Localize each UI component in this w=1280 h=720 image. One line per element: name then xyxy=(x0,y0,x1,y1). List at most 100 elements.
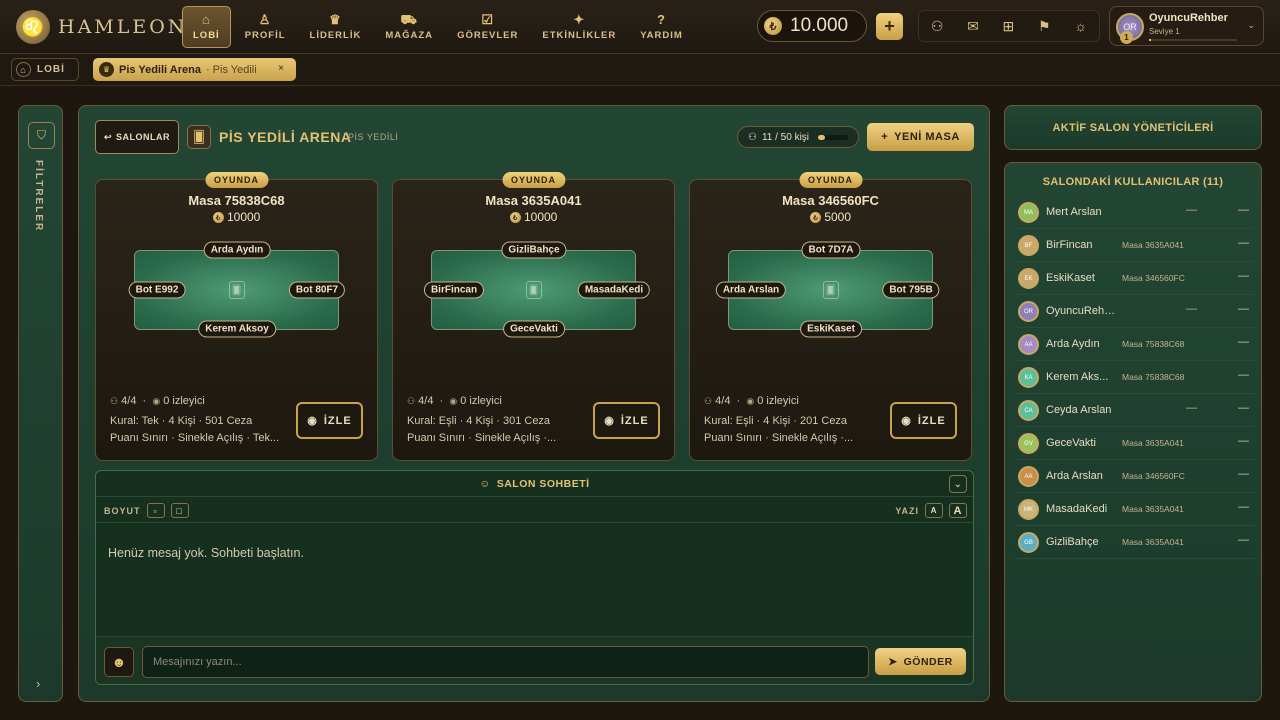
xp-bar-fill xyxy=(1149,39,1151,41)
breadcrumb-tab-title: Pis Yedili Arena xyxy=(119,63,201,76)
nav-item-1[interactable]: ♙ PROFİL xyxy=(235,6,296,48)
user-action-button[interactable]: — xyxy=(1238,435,1249,447)
trophy-icon: ♛ xyxy=(329,12,342,27)
list-item[interactable]: MK MasadaKedi Masa 3635A041 — xyxy=(1014,493,1255,526)
font-label: YAZI xyxy=(895,505,919,516)
card-icon: 🂠 xyxy=(228,281,245,299)
table-card[interactable]: OYUNDA Masa 3635A041 ₺ 10000 🂠 GizliBahçe Bir… xyxy=(392,172,675,461)
watch-button[interactable]: ◉ İZLE xyxy=(593,402,660,439)
card-deck-icon: 🂠 xyxy=(187,125,211,149)
user-action-button[interactable]: — xyxy=(1238,270,1249,282)
font-large-button[interactable]: A xyxy=(949,503,967,518)
list-item[interactable]: GV GeceVakti Masa 3635A041 — xyxy=(1014,427,1255,460)
user-action-button[interactable]: — xyxy=(1238,501,1249,513)
font-small-button[interactable]: A xyxy=(925,503,943,518)
user-list-table: Masa 3635A041 xyxy=(1122,438,1184,448)
chat-title: SALON SOHBETİ xyxy=(496,477,590,490)
avatar: BF xyxy=(1018,235,1039,256)
gift-icon: ✦ xyxy=(573,12,586,27)
table-bet-value: 5000 xyxy=(824,210,852,224)
add-coins-button[interactable]: + xyxy=(876,13,903,40)
user-list-table: — xyxy=(1186,303,1197,315)
salon-title: PİS YEDİLİ ARENA xyxy=(219,129,352,145)
user-action-button[interactable]: — xyxy=(1238,468,1249,480)
user-action-button[interactable]: — xyxy=(1238,303,1249,315)
table-bet: ₺ 5000 xyxy=(690,210,971,224)
user-action-button[interactable]: — xyxy=(1238,369,1249,381)
user-list-name: Ceyda Arslan xyxy=(1046,404,1112,416)
table-card[interactable]: OYUNDA Masa 75838C68 ₺ 10000 🂠 Arda Aydın Bot… xyxy=(95,172,378,461)
people-icon: ⚇ xyxy=(704,396,713,406)
list-item[interactable]: MA Mert Arslan — — xyxy=(1014,196,1255,229)
send-button[interactable]: ➤ GÖNDER xyxy=(875,648,966,675)
table-bet-value: 10000 xyxy=(226,210,261,224)
seat-top: Arda Aydın xyxy=(203,241,271,259)
expand-rail-icon[interactable]: › xyxy=(36,676,40,691)
list-item[interactable]: BF BirFincan Masa 3635A041 — xyxy=(1014,229,1255,262)
filter-rail: ⛉ FİLTRELER › xyxy=(18,105,63,702)
user-action-button[interactable]: — xyxy=(1238,534,1249,546)
capacity-bar xyxy=(818,134,849,140)
settings-icon[interactable]: ☼ xyxy=(1074,18,1087,34)
avatar: GB xyxy=(1018,532,1039,553)
nav-item-5[interactable]: ✦ ETKİNLİKLER xyxy=(532,6,626,48)
nav-item-4[interactable]: ☑ GÖREVLER xyxy=(447,6,528,48)
user-action-button[interactable]: — xyxy=(1238,402,1249,414)
watch-label: İZLE xyxy=(323,414,352,427)
chat-message-input[interactable] xyxy=(142,646,869,678)
list-item[interactable]: AA Arda Aydın Masa 75838C68 — xyxy=(1014,328,1255,361)
watch-label: İZLE xyxy=(620,414,649,427)
watch-button[interactable]: ◉ İZLE xyxy=(890,402,957,439)
eye-icon: ◉ xyxy=(746,396,755,406)
salon-users-panel: SALONDAKİ KULLANICILAR (11) MA Mert Arsla… xyxy=(1004,162,1262,702)
close-tab-icon[interactable]: × xyxy=(278,63,284,74)
header-icon-bar: ⚇ ✉ ⊞ ⚑ ☼ xyxy=(918,10,1100,42)
nav-item-0[interactable]: ⌂ LOBİ xyxy=(182,6,231,48)
table-card[interactable]: OYUNDA Masa 346560FC ₺ 5000 🂠 Bot 7D7A Arda A… xyxy=(689,172,972,461)
breadcrumb-tab-salon[interactable]: ♛ Pis Yedili Arena · Pis Yedili × xyxy=(93,58,296,81)
avatar: AA xyxy=(1018,466,1039,487)
friends-icon[interactable]: ⚇ xyxy=(931,18,944,35)
top-bar: ♌ HAMLEON ⌂ LOBİ ♙ PROFİL ♛ LİDERLİK ⛟ MAĞAZA ☑ G… xyxy=(0,0,1280,54)
nav-item-3[interactable]: ⛟ MAĞAZA xyxy=(375,6,443,48)
list-item[interactable]: KA Kerem Aks... Masa 75838C68 — xyxy=(1014,361,1255,394)
filter-button[interactable]: ⛉ xyxy=(28,122,55,149)
user-menu[interactable]: OR 1 OyuncuRehber Seviye 1 ⌄ xyxy=(1109,6,1264,46)
flag-icon[interactable]: ⚑ xyxy=(1038,18,1051,35)
new-table-label: YENİ MASA xyxy=(894,131,960,143)
user-action-button[interactable]: — xyxy=(1238,204,1249,216)
size-small-button[interactable]: ▫ xyxy=(146,503,165,518)
user-list-table: Masa 346560FC xyxy=(1122,471,1185,481)
breadcrumb-home[interactable]: ⌂ LOBİ xyxy=(11,58,79,81)
coin-icon: ₺ xyxy=(764,17,782,35)
coin-icon: ₺ xyxy=(509,212,521,224)
salon-panel: ↩ SALONLAR 🂠 PİS YEDİLİ ARENA PİS YEDİLİ… xyxy=(78,105,990,702)
new-table-button[interactable]: + YENİ MASA xyxy=(867,123,974,151)
plus-icon: + xyxy=(881,131,889,143)
user-name: OyuncuRehber xyxy=(1149,12,1228,24)
watch-button[interactable]: ◉ İZLE xyxy=(296,402,363,439)
back-to-salons-button[interactable]: ↩ SALONLAR xyxy=(95,120,179,154)
user-action-button[interactable]: — xyxy=(1238,336,1249,348)
table-rule: Kural: Tek · 4 Kişi · 501 Ceza xyxy=(110,415,253,427)
seat-bottom: Kerem Aksoy xyxy=(198,320,276,338)
seat-right: Bot 80F7 xyxy=(288,281,346,299)
chevron-down-icon[interactable]: ⌄ xyxy=(949,475,967,493)
user-list-name: Mert Arslan xyxy=(1046,206,1102,218)
user-action-button[interactable]: — xyxy=(1238,237,1249,249)
mail-icon[interactable]: ✉ xyxy=(967,18,979,35)
user-list-table: Masa 75838C68 xyxy=(1122,339,1185,349)
brand-logo[interactable]: ♌ HAMLEON xyxy=(16,10,187,44)
nav-item-2[interactable]: ♛ LİDERLİK xyxy=(300,6,372,48)
gift-icon[interactable]: ⊞ xyxy=(1003,18,1015,35)
nav-item-6[interactable]: ? YARDIM xyxy=(630,6,693,48)
list-item[interactable]: OR OyuncuRehber — — xyxy=(1014,295,1255,328)
capacity-label: 11 / 50 kişi xyxy=(761,131,810,143)
list-item[interactable]: GB GizliBahçe Masa 3635A041 — xyxy=(1014,526,1255,559)
list-item[interactable]: CA Ceyda Arslan — — xyxy=(1014,394,1255,427)
emoji-button[interactable]: ☻ xyxy=(104,647,134,677)
list-item[interactable]: AA Arda Arslan Masa 346560FC — xyxy=(1014,460,1255,493)
list-item[interactable]: EK EskiKaset Masa 346560FC — xyxy=(1014,262,1255,295)
size-large-button[interactable]: □ xyxy=(170,503,189,518)
user-list-name: GeceVakti xyxy=(1046,437,1096,449)
